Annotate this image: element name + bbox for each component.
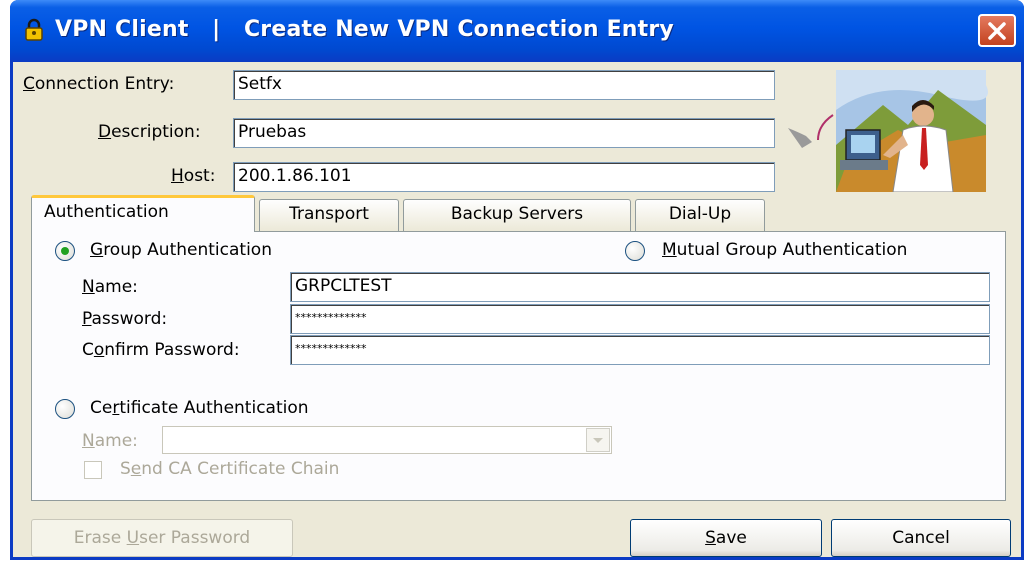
certificate-name-select[interactable] bbox=[162, 426, 612, 454]
group-authentication-label[interactable]: Group Authentication bbox=[90, 240, 272, 260]
dropdown-button[interactable] bbox=[586, 428, 610, 452]
tab-backup-servers[interactable]: Backup Servers bbox=[403, 199, 631, 231]
confirm-password-input[interactable]: ************* bbox=[290, 335, 990, 365]
close-button[interactable] bbox=[978, 14, 1016, 47]
erase-user-password-button[interactable]: Erase User Password bbox=[31, 519, 293, 557]
send-ca-certificate-label[interactable]: Send CA Certificate Chain bbox=[120, 459, 339, 479]
send-ca-certificate-checkbox[interactable] bbox=[84, 461, 102, 479]
certificate-authentication-label[interactable]: Certificate Authentication bbox=[90, 398, 309, 418]
padlock-icon bbox=[25, 18, 43, 41]
mutual-group-authentication-label[interactable]: Mutual Group Authentication bbox=[662, 240, 907, 260]
mutual-group-authentication-radio[interactable] bbox=[625, 241, 645, 261]
connection-entry-label: Connection Entry: bbox=[23, 74, 175, 94]
tab-authentication[interactable]: Authentication bbox=[31, 195, 255, 232]
host-label: Host: bbox=[171, 166, 216, 186]
title-bar[interactable]: VPN Client | Create New VPN Connection E… bbox=[10, 0, 1024, 62]
group-name-label: Name: bbox=[82, 277, 138, 297]
certificate-authentication-radio[interactable] bbox=[55, 399, 75, 419]
vpn-dialog-window: VPN Client | Create New VPN Connection E… bbox=[10, 0, 1024, 560]
dialog-body: Connection Entry: Setfx Description: Pru… bbox=[13, 62, 1021, 560]
chevron-down-icon bbox=[593, 438, 603, 443]
host-input[interactable]: 200.1.86.101 bbox=[233, 162, 775, 192]
vpn-user-illustration-icon bbox=[788, 70, 988, 192]
password-input[interactable]: ************* bbox=[290, 304, 990, 334]
connection-entry-input[interactable]: Setfx bbox=[233, 70, 775, 100]
save-button[interactable]: Save bbox=[630, 519, 822, 557]
password-label: Password: bbox=[82, 309, 168, 329]
close-icon bbox=[988, 22, 1006, 40]
tab-dial-up[interactable]: Dial-Up bbox=[635, 199, 765, 231]
description-label: Description: bbox=[98, 122, 201, 142]
cancel-button[interactable]: Cancel bbox=[831, 519, 1011, 557]
group-name-input[interactable]: GRPCLTEST bbox=[290, 272, 990, 302]
confirm-password-label: Confirm Password: bbox=[82, 340, 240, 360]
tab-strip: Authentication Transport Backup Servers … bbox=[31, 195, 771, 232]
authentication-panel: Group Authentication Mutual Group Authen… bbox=[31, 231, 1006, 501]
certificate-name-label: Name: bbox=[82, 431, 138, 451]
group-authentication-radio[interactable] bbox=[55, 241, 75, 261]
window-title: VPN Client | Create New VPN Connection E… bbox=[55, 17, 674, 42]
tab-transport[interactable]: Transport bbox=[259, 199, 399, 231]
description-input[interactable]: Pruebas bbox=[233, 118, 775, 148]
